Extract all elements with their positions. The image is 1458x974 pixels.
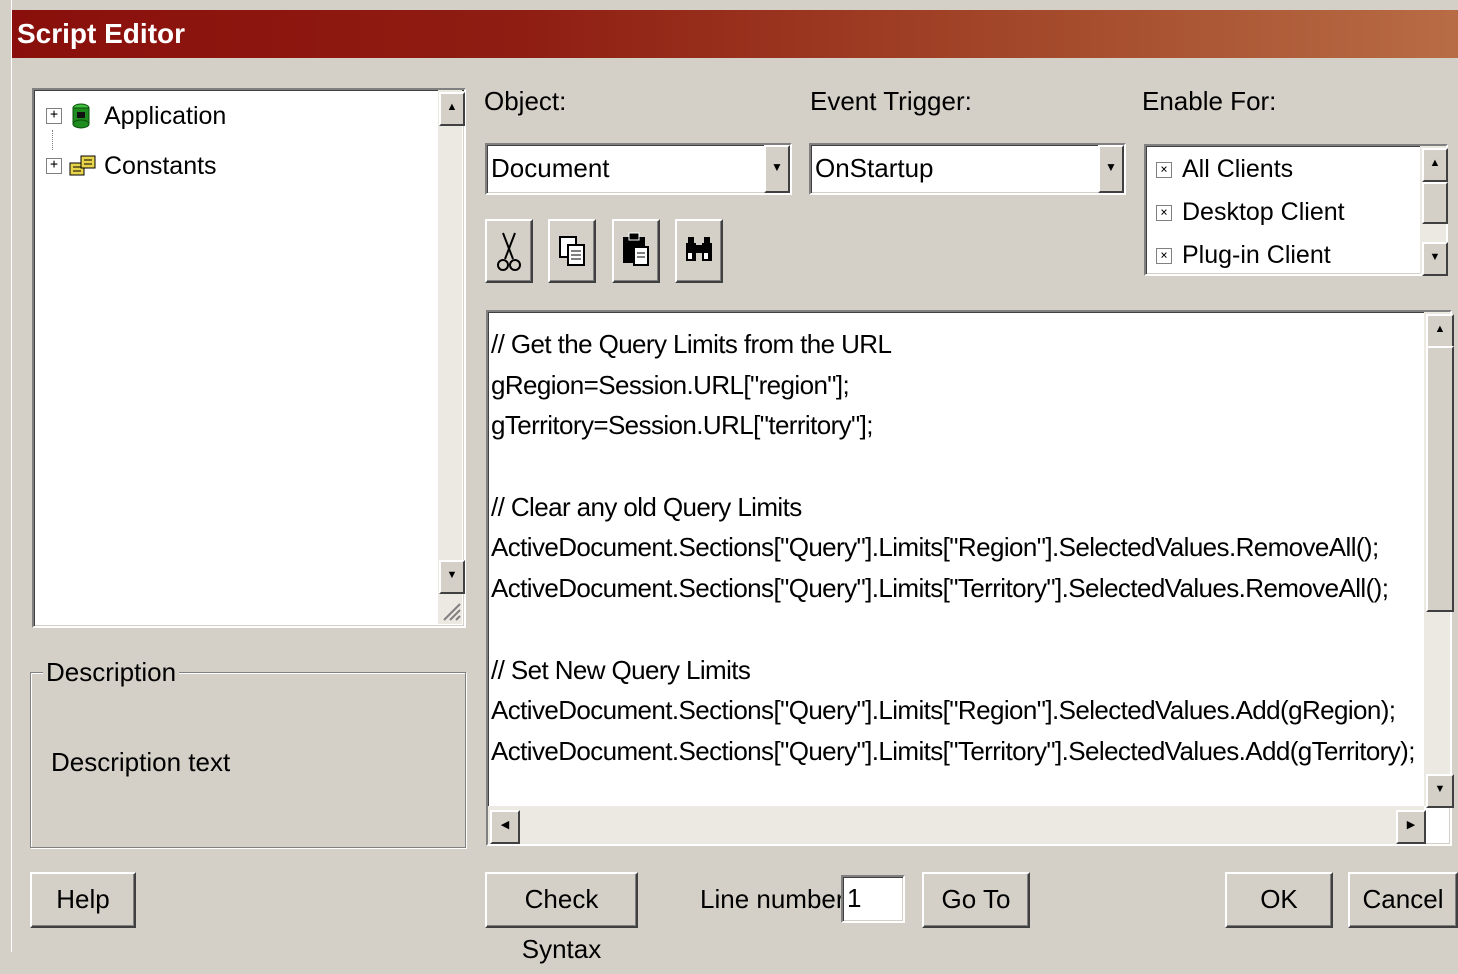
tree-item-label: Application (104, 101, 227, 130)
enable-item-all-clients[interactable]: × All Clients (1156, 148, 1293, 191)
event-trigger-label: Event Trigger: (810, 86, 972, 116)
ok-label: OK (1260, 884, 1298, 914)
scroll-down-button[interactable]: ▼ (1426, 774, 1454, 808)
enable-item-desktop-client[interactable]: × Desktop Client (1156, 191, 1345, 234)
scroll-down-button[interactable]: ▼ (1422, 242, 1448, 276)
tree-connector-line (52, 130, 53, 150)
checkbox-checked-icon[interactable]: × (1156, 204, 1172, 221)
code-horizontal-scrollbar[interactable] (488, 806, 1424, 844)
scroll-thumb[interactable] (1426, 346, 1454, 612)
paste-button[interactable] (612, 219, 660, 283)
enable-for-list[interactable]: × All Clients × Desktop Client × Plug-in… (1144, 144, 1448, 276)
scroll-up-button[interactable]: ▲ (439, 92, 465, 126)
go-to-button[interactable]: Go To (922, 872, 1030, 928)
code-line: gRegion=Session.URL["region"]; (491, 369, 850, 400)
chevron-down-icon[interactable]: ▼ (764, 145, 790, 193)
find-icon (686, 237, 712, 261)
code-line: ActiveDocument.Sections["Query"].Limits[… (491, 735, 1415, 766)
code-line: // Clear any old Query Limits (491, 491, 802, 522)
cut-button[interactable] (485, 219, 533, 283)
help-button[interactable]: Help (30, 872, 136, 928)
description-legend: Description (43, 657, 180, 688)
window-left-edge (0, 0, 12, 952)
code-line: gTerritory=Session.URL["territory"]; (491, 410, 874, 441)
event-trigger-value: OnStartup (815, 153, 934, 183)
cancel-label: Cancel (1362, 884, 1444, 914)
checkbox-checked-icon[interactable]: × (1156, 161, 1172, 178)
enable-item-label: All Clients (1182, 155, 1294, 183)
line-number-label: Line number: (700, 884, 852, 914)
window-title: Script Editor (17, 18, 186, 49)
chevron-down-icon[interactable]: ▼ (1098, 145, 1124, 193)
scroll-thumb[interactable] (1422, 182, 1448, 224)
expand-icon[interactable]: + (46, 158, 62, 174)
code-text-area[interactable]: // Get the Query Limits from the URL gRe… (491, 324, 1421, 804)
cancel-button[interactable]: Cancel (1348, 872, 1458, 928)
code-editor[interactable]: // Get the Query Limits from the URL gRe… (486, 310, 1454, 846)
object-tree[interactable]: + Application + Constants ▲ ▼ (32, 88, 466, 628)
check-syntax-button[interactable]: Check Syntax (485, 872, 638, 964)
find-button[interactable] (675, 219, 723, 283)
enable-for-label: Enable For: (1142, 86, 1277, 116)
tree-item-constants[interactable]: + Constants (46, 148, 217, 184)
scroll-left-button[interactable]: ◀ (490, 810, 520, 844)
code-line: ActiveDocument.Sections["Query"].Limits[… (491, 695, 1396, 726)
checkbox-checked-icon[interactable]: × (1156, 247, 1172, 264)
help-button-label: Help (56, 884, 110, 914)
enable-item-label: Desktop Client (1182, 198, 1345, 226)
enable-item-label: Plug-in Client (1182, 241, 1331, 269)
line-number-value: 1 (847, 883, 862, 913)
object-dropdown[interactable]: Document ▼ (485, 143, 792, 195)
scroll-up-button[interactable]: ▲ (1426, 314, 1454, 348)
check-syntax-label: Check Syntax (521, 884, 602, 964)
copy-button[interactable] (548, 219, 596, 283)
scroll-right-button[interactable]: ▶ (1396, 810, 1426, 844)
cut-icon (497, 232, 521, 271)
event-trigger-dropdown[interactable]: OnStartup ▼ (809, 143, 1126, 195)
description-text: Description text (51, 747, 231, 777)
green-cylinder-icon (72, 103, 90, 129)
scroll-up-button[interactable]: ▲ (1422, 148, 1448, 182)
constants-icon (69, 155, 96, 176)
tree-item-application[interactable]: + Application (46, 98, 226, 134)
title-bar[interactable]: Script Editor (12, 10, 1458, 58)
enable-item-plugin-client[interactable]: × Plug-in Client (1156, 234, 1331, 277)
code-line: // Get the Query Limits from the URL (491, 329, 892, 359)
resize-grip-icon[interactable] (440, 600, 462, 622)
ok-button[interactable]: OK (1225, 872, 1333, 928)
tree-scrollbar[interactable] (438, 90, 462, 624)
go-to-label: Go To (941, 884, 1011, 914)
tree-item-label: Constants (104, 151, 217, 180)
scroll-down-button[interactable]: ▼ (439, 560, 465, 594)
expand-icon[interactable]: + (46, 108, 62, 124)
object-dropdown-value: Document (491, 153, 610, 183)
object-label: Object: (484, 86, 567, 116)
line-number-input[interactable]: 1 (841, 875, 905, 923)
copy-icon (559, 236, 585, 266)
code-line: ActiveDocument.Sections["Query"].Limits[… (491, 532, 1379, 563)
paste-icon (623, 232, 649, 266)
description-group: Description Description text (30, 657, 466, 848)
code-line: ActiveDocument.Sections["Query"].Limits[… (491, 573, 1389, 604)
code-line: // Set New Query Limits (491, 654, 751, 685)
